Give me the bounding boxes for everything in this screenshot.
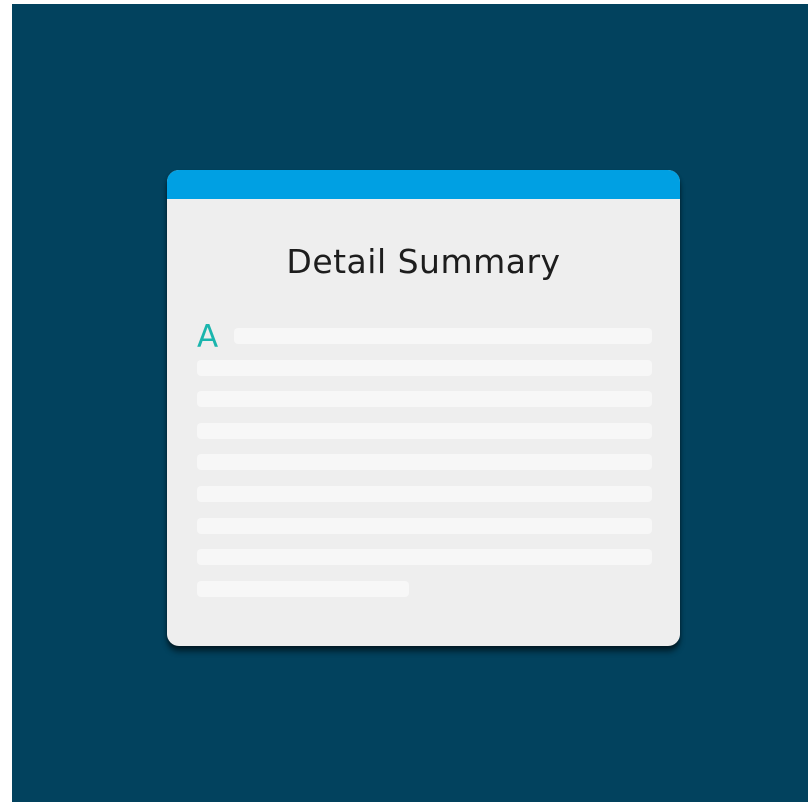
text-placeholder-line xyxy=(197,518,652,534)
background: Detail Summary A xyxy=(12,4,808,802)
detail-summary-card: Detail Summary A xyxy=(167,170,680,646)
text-placeholder-line xyxy=(197,581,409,597)
card-title: Detail Summary xyxy=(286,242,561,281)
text-placeholder-line xyxy=(197,549,652,565)
text-placeholder-line xyxy=(197,454,652,470)
text-placeholder-line xyxy=(197,360,652,376)
text-placeholder-line xyxy=(197,486,652,502)
drop-cap-letter: A xyxy=(197,319,219,355)
text-placeholder-line xyxy=(197,391,652,407)
text-placeholder-line xyxy=(197,423,652,439)
card-header-bar xyxy=(167,170,680,199)
text-placeholder-line xyxy=(234,328,652,344)
